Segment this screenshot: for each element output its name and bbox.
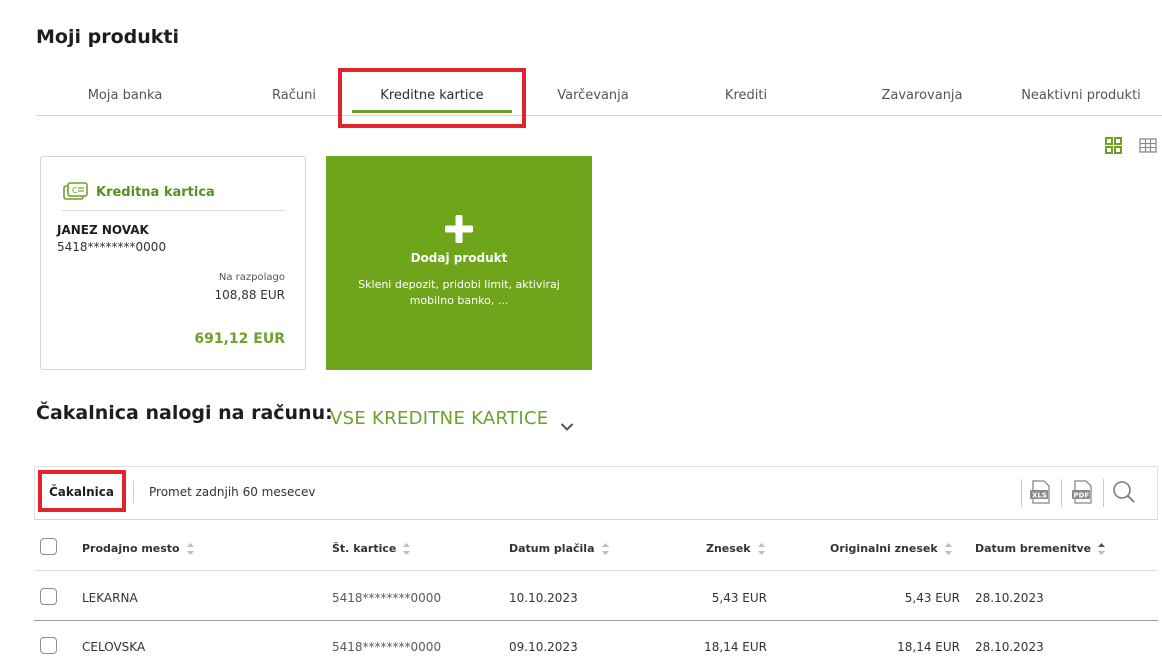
sort-icon [944, 542, 953, 556]
available-label: Na razpolago [218, 272, 285, 283]
credit-card-icon: C [63, 181, 89, 203]
subtab-highlight-box [38, 470, 126, 512]
header-divider [34, 570, 1158, 571]
tool-separator [1021, 479, 1022, 507]
column-header-label: Prodajno mesto [82, 542, 180, 555]
card-header: C Kreditna kartica [61, 181, 285, 211]
search-icon[interactable] [1111, 479, 1137, 505]
tab-varcevanja[interactable]: Varčevanja [538, 88, 648, 103]
column-header-datum-placila[interactable]: Datum plačila [509, 542, 610, 556]
xls-export-icon[interactable]: XLS [1027, 479, 1053, 505]
card-balance: 691,12 EUR [194, 331, 285, 347]
column-header-originalni-znesek[interactable]: Originalni znesek [830, 542, 953, 556]
column-header-label: Datum bremenitve [975, 542, 1092, 555]
column-header-znesek[interactable]: Znesek [706, 542, 766, 556]
column-header-label: Št. kartice [332, 542, 397, 555]
card-filter-select[interactable]: VSE KREDITNE KARTICE [330, 408, 548, 429]
subtab-promet[interactable]: Promet zadnjih 60 mesecev [149, 485, 315, 499]
table-view-icon[interactable] [1138, 136, 1158, 156]
cell-st-kartice: 5418********0000 [332, 640, 442, 654]
cell-originalni-znesek: 18,14 EUR [897, 640, 960, 654]
svg-text:C: C [72, 186, 78, 195]
credit-card-tile[interactable]: C Kreditna kartica JANEZ NOVAK 5418*****… [40, 156, 306, 370]
sort-icon [402, 542, 411, 556]
queue-title: Čakalnica nalogi na računu: [36, 402, 333, 424]
cell-prodajno-mesto: CELOVSKA [82, 640, 146, 654]
tab-zavarovanja[interactable]: Zavarovanja [862, 88, 982, 103]
sort-icon [601, 542, 610, 556]
tab-moja-banka[interactable]: Moja banka [80, 88, 170, 103]
grid-view-icon[interactable] [1104, 136, 1124, 156]
page-title: Moji produkti [36, 26, 179, 48]
chevron-down-icon[interactable] [560, 417, 574, 431]
add-product-title: Dodaj produkt [410, 251, 508, 265]
product-tabs: Moja banka Računi Kreditne kartice Varče… [36, 76, 1162, 116]
subtab-separator [133, 481, 134, 503]
card-number: 5418********0000 [57, 240, 167, 254]
column-header-label: Originalni znesek [830, 542, 938, 555]
card-holder: JANEZ NOVAK [57, 223, 149, 237]
card-type-label: Kreditna kartica [96, 185, 215, 200]
available-value: 108,88 EUR [214, 288, 285, 302]
row-divider [34, 620, 1158, 621]
tab-neaktivni-produkti[interactable]: Neaktivni produkti [1006, 88, 1156, 103]
tool-separator [1103, 479, 1104, 507]
cell-datum-bremenitve: 28.10.2023 [975, 591, 1044, 605]
cell-datum-placila: 09.10.2023 [509, 640, 578, 654]
add-product-tile[interactable]: Dodaj produkt Skleni depozit, pridobi li… [326, 156, 592, 370]
column-header-label: Datum plačila [509, 542, 595, 555]
tab-racuni[interactable]: Računi [236, 88, 316, 103]
add-product-description: Skleni depozit, pridobi limit, aktiviraj… [358, 278, 560, 307]
select-all-checkbox[interactable] [40, 538, 57, 555]
column-header-st-kartice[interactable]: Št. kartice [332, 542, 411, 556]
column-header-label: Znesek [706, 542, 751, 555]
tab-highlight-box [338, 68, 526, 128]
tab-krediti[interactable]: Krediti [706, 88, 786, 103]
row-checkbox[interactable] [40, 588, 57, 605]
cell-prodajno-mesto: LEKARNA [82, 591, 138, 605]
pdf-export-icon[interactable]: PDF [1069, 479, 1095, 505]
plus-icon [444, 214, 474, 244]
column-header-prodajno-mesto[interactable]: Prodajno mesto [82, 542, 195, 556]
column-header-datum-bremenitve[interactable]: Datum bremenitve [975, 542, 1106, 556]
cell-originalni-znesek: 5,43 EUR [904, 591, 960, 605]
sort-icon [186, 542, 195, 556]
sort-icon [757, 542, 766, 556]
svg-text:XLS: XLS [1032, 492, 1047, 500]
cell-datum-bremenitve: 28.10.2023 [975, 640, 1044, 654]
svg-text:PDF: PDF [1074, 492, 1090, 500]
tool-separator [1061, 479, 1062, 507]
cell-datum-placila: 10.10.2023 [509, 591, 578, 605]
table-toolbar: Čakalnica Promet zadnjih 60 mesecev XLS … [34, 466, 1158, 520]
cell-znesek: 5,43 EUR [711, 591, 767, 605]
cell-znesek: 18,14 EUR [704, 640, 767, 654]
row-checkbox[interactable] [40, 637, 57, 654]
sort-icon [1097, 542, 1106, 556]
cell-st-kartice: 5418********0000 [332, 591, 442, 605]
